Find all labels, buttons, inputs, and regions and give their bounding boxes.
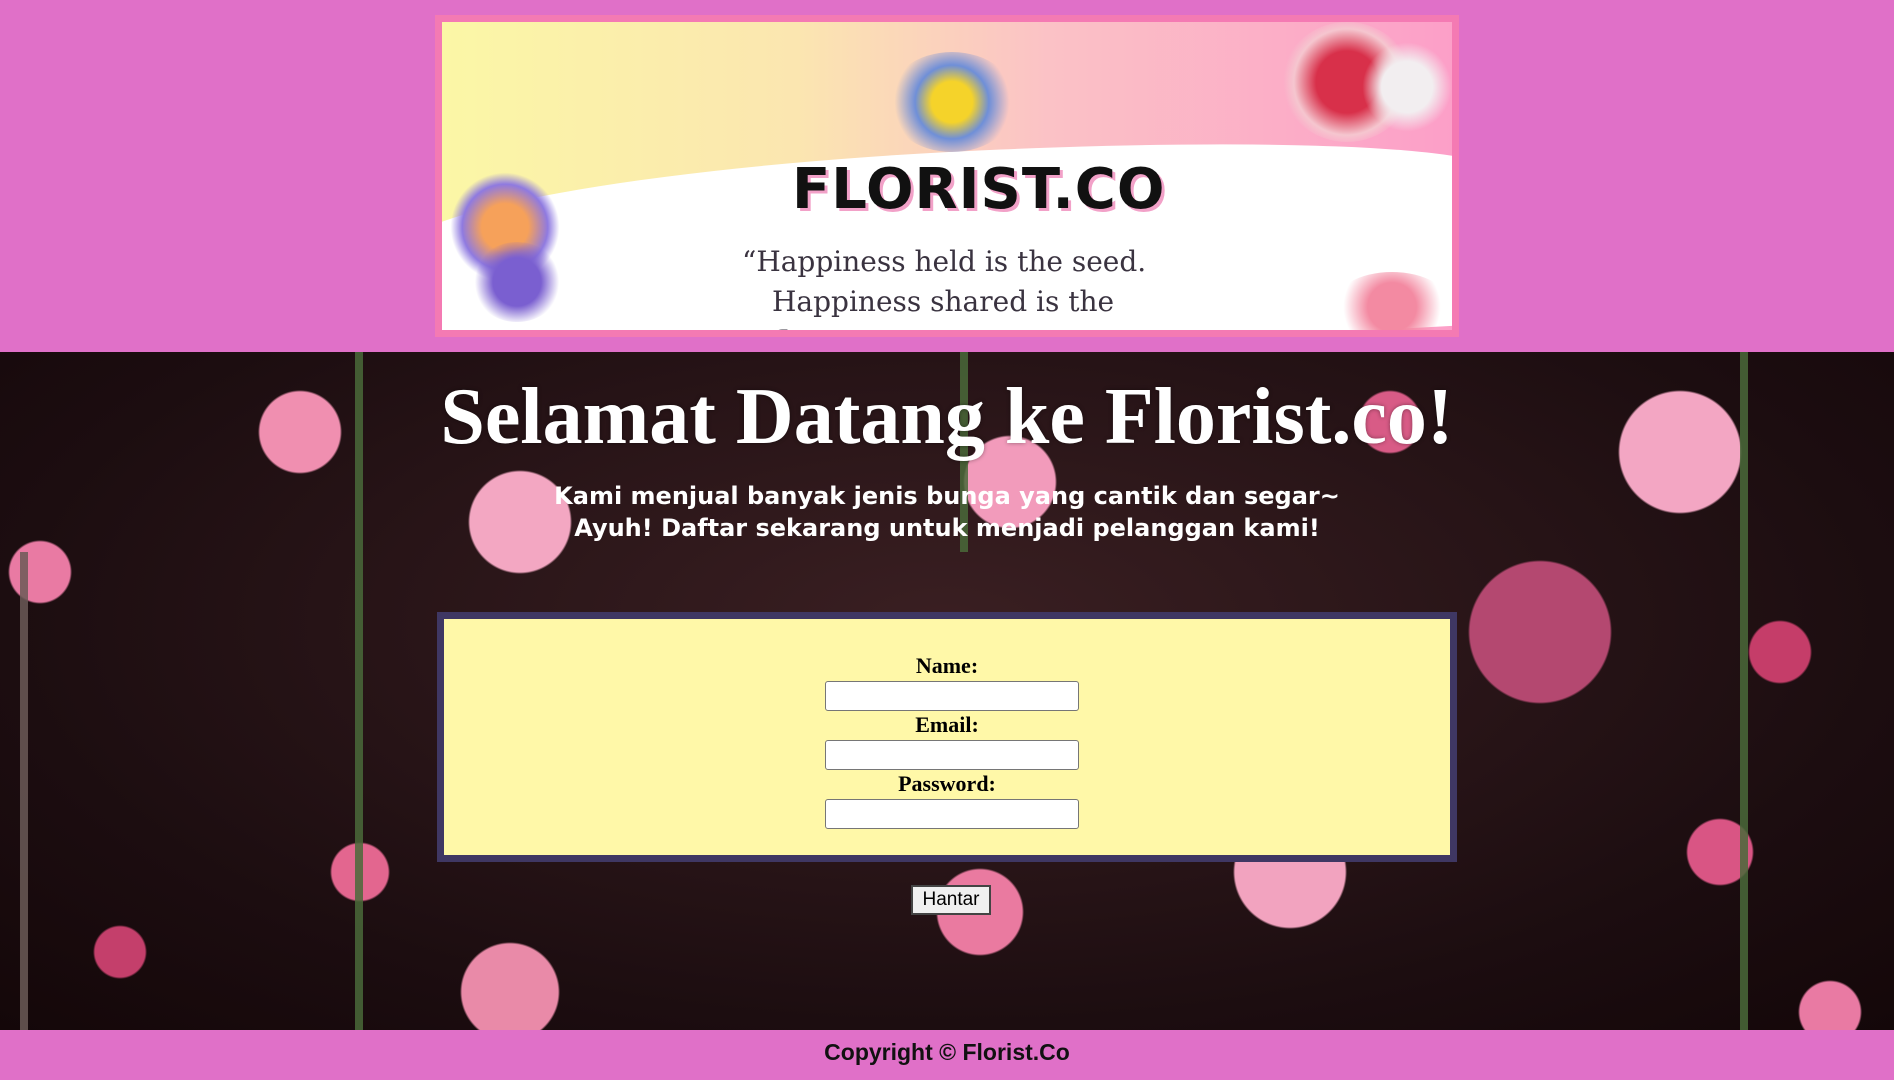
submit-button[interactable]: Hantar bbox=[911, 885, 991, 915]
password-label: Password: bbox=[898, 771, 996, 796]
bouquet-decoration bbox=[887, 52, 1017, 152]
registration-form: Name: Email: Password: bbox=[437, 612, 1457, 862]
email-label: Email: bbox=[915, 712, 979, 737]
header: FLORIST.CO “Happiness held is the seed. … bbox=[0, 0, 1894, 352]
subtitle-line1: Kami menjual banyak jenis bunga yang can… bbox=[554, 482, 1340, 510]
page-title: Selamat Datang ke Florist.co! bbox=[440, 373, 1454, 461]
name-label: Name: bbox=[915, 653, 979, 678]
footer: Copyright © Florist.Co bbox=[0, 1030, 1894, 1080]
rose-decoration-right-2 bbox=[1362, 42, 1452, 132]
banner-image: FLORIST.CO “Happiness held is the seed. … bbox=[435, 15, 1459, 337]
peony-decoration bbox=[1332, 272, 1452, 330]
footer-copyright: Copyright © Florist.Co bbox=[824, 1039, 1070, 1065]
banner-quote-line1: “Happiness held is the seed. bbox=[742, 245, 1147, 278]
email-input[interactable] bbox=[825, 740, 1079, 770]
rose-decoration-left-2 bbox=[472, 242, 562, 322]
banner-logo: FLORIST.CO bbox=[792, 157, 1166, 222]
stem-decoration bbox=[20, 552, 28, 1030]
banner-quote-line2: Happiness shared is the flower.” bbox=[772, 285, 1115, 330]
password-input[interactable] bbox=[825, 799, 1079, 829]
page-subtitle: Kami menjual banyak jenis bunga yang can… bbox=[0, 480, 1894, 544]
name-input[interactable] bbox=[825, 681, 1079, 711]
banner-quote: “Happiness held is the seed. Happiness s… bbox=[742, 242, 1222, 330]
subtitle-line2: Ayuh! Daftar sekarang untuk menjadi pela… bbox=[574, 514, 1320, 542]
